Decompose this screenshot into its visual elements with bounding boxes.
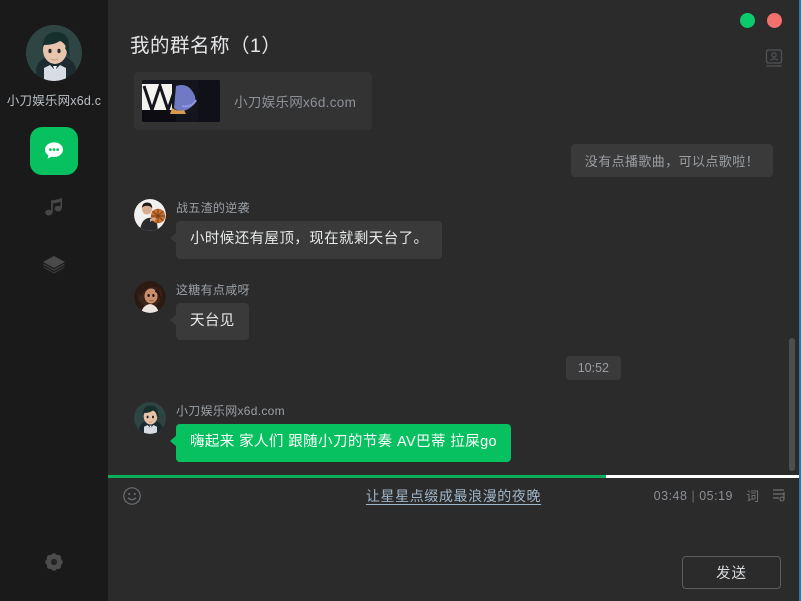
chat-application-window: 小刀娱乐网x6d.c 我的群名称（1） 小刀娱乐网x6d.com 没有点播歌曲，… [0,0,801,601]
contact-card-icon [765,49,783,67]
message-row-system: 没有点播歌曲，可以点歌啦！ [134,144,773,177]
message-list[interactable]: 小刀娱乐网x6d.com 没有点播歌曲，可以点歌啦！ 战五渣的逆袭 小时候还有屋… [108,72,799,475]
playlist-icon [773,488,785,502]
player-duration: 05:19 [699,488,733,503]
red-dot-button[interactable] [767,13,782,28]
message-bubble[interactable]: 天台见 [170,302,249,341]
message-content: 战五渣的逆袭 小时候还有屋顶，现在就剩天台了。 [169,199,443,259]
compose-area: 发送 [108,515,799,601]
contacts-button[interactable] [763,47,785,69]
sidebar-item-chat[interactable] [30,127,78,175]
music-note-icon [45,198,63,216]
progress-bar-track[interactable] [108,475,799,478]
sidebar-item-layers[interactable] [30,241,78,289]
user-avatar-anime [26,25,82,81]
avatar[interactable] [134,280,166,313]
chat-bubble-icon [45,142,63,159]
message-row-timestamp: 10:52 [134,356,773,381]
link-card-text: 小刀娱乐网x6d.com [234,95,357,110]
message-bubble[interactable]: 小时候还有屋顶，现在就剩天台了。 [169,221,443,259]
video-thumbnail [142,80,220,122]
page-title: 我的群名称（1） [130,35,282,57]
message-row: 小刀娱乐网x6d.com 嗨起来 家人们 跟随小刀的节奏 AV巴蒂 拉屎go [134,402,773,462]
message-bubble[interactable]: 嗨起来 家人们 跟随小刀的节奏 AV巴蒂 拉屎go [169,424,512,462]
thumbnail-art [142,80,220,122]
sidebar-user-name: 小刀娱乐网x6d.c [6,94,102,108]
message-scroller: 小刀娱乐网x6d.com 没有点播歌曲，可以点歌啦！ 战五渣的逆袭 小时候还有屋… [134,72,773,475]
green-dot-button[interactable] [740,13,755,28]
avatar-curly-hair-woman [134,280,166,313]
settings-button[interactable] [37,545,71,579]
message-row-card: 小刀娱乐网x6d.com [134,72,773,130]
avatar[interactable] [134,402,166,435]
message-sender: 这糖有点咸呀 [176,282,250,297]
window-controls [740,13,782,28]
progress-bar-fill [108,475,606,478]
system-message: 没有点播歌曲，可以点歌啦！ [570,144,773,177]
avatar-anime-character [134,402,166,435]
player-elapsed-time: 03:48 [653,488,688,503]
avatar[interactable] [26,25,82,81]
message-content: 这糖有点咸呀 天台见 [170,281,250,341]
timestamp: 10:52 [565,356,621,381]
music-player-bar: 让星星点缀成最浪漫的夜晚 03:48 | 05:19 词 [108,475,799,515]
sidebar-item-music[interactable] [30,184,78,232]
layers-icon [43,256,65,274]
sidebar-nav [30,127,78,298]
avatar[interactable] [134,199,166,231]
profile-avatar-wrapper[interactable] [26,25,82,81]
player-time-separator: | [691,488,696,503]
message-sender: 战五渣的逆袭 [176,201,250,215]
player-right-controls: 03:48 | 05:19 词 [654,486,787,505]
gear-icon [45,553,63,571]
message-content: 小刀娱乐网x6d.com 嗨起来 家人们 跟随小刀的节奏 AV巴蒂 拉屎go [169,402,512,462]
avatar-basketball-player [134,199,166,231]
scrollbar-thumb[interactable] [789,337,795,471]
message-row: 这糖有点咸呀 天台见 [134,280,773,341]
scrollbar[interactable] [788,72,796,475]
left-sidebar: 小刀娱乐网x6d.c [0,0,108,601]
playlist-button[interactable] [772,487,787,505]
send-button[interactable]: 发送 [682,556,781,589]
message-row: 战五渣的逆袭 小时候还有屋顶，现在就剩天台了。 [134,199,773,259]
link-card-message[interactable]: 小刀娱乐网x6d.com [134,72,373,130]
message-sender: 小刀娱乐网x6d.com [176,404,285,419]
main-panel: 我的群名称（1） 小刀娱乐网x6d.com 没有点播歌曲，可以点歌啦！ 战五渣的… [108,0,799,601]
chat-header: 我的群名称（1） [108,0,799,72]
lyrics-button[interactable]: 词 [746,486,759,505]
